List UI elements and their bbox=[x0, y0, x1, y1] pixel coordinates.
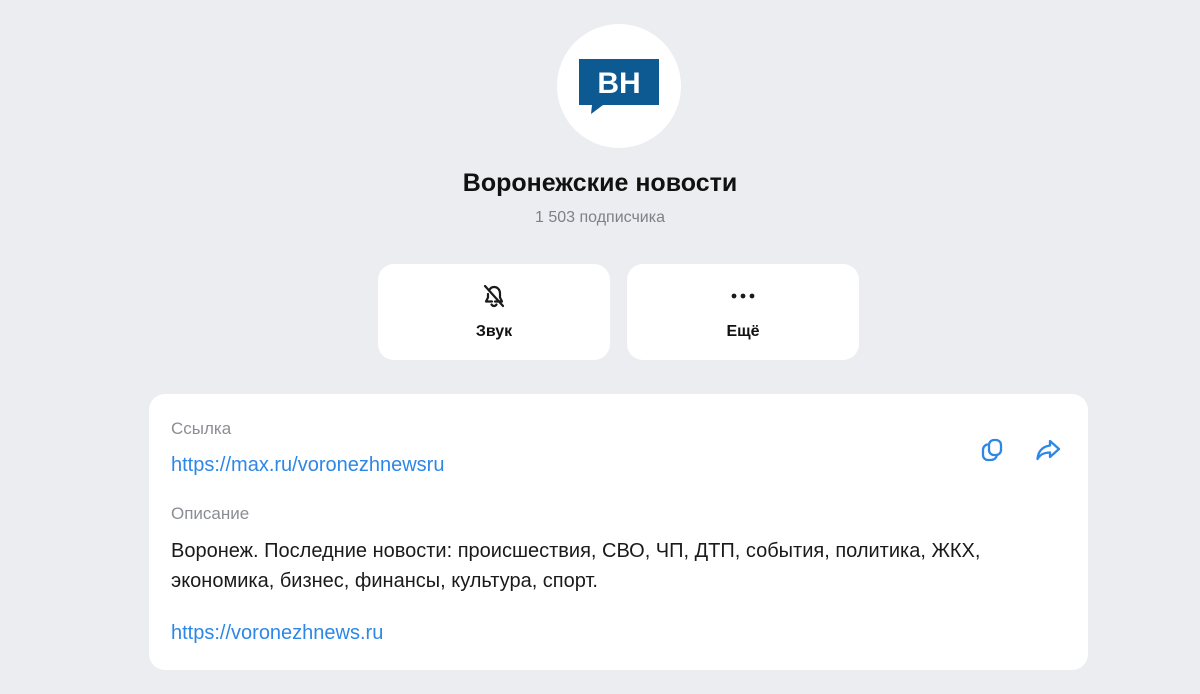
description-label: Описание bbox=[171, 504, 250, 523]
sound-button[interactable]: Звук bbox=[378, 264, 610, 360]
channel-logo: ВН bbox=[579, 59, 659, 114]
copy-icon[interactable] bbox=[974, 432, 1010, 468]
sound-button-label: Звук bbox=[475, 323, 513, 340]
channel-title: Воронежские новости bbox=[462, 169, 738, 197]
channel-description: Воронеж. Последние новости: происшествия… bbox=[171, 540, 981, 592]
more-button-label: Ещё bbox=[726, 323, 760, 340]
description-website-link[interactable]: https://voronezhnews.ru bbox=[171, 619, 383, 647]
share-icon[interactable] bbox=[1030, 432, 1066, 468]
more-button[interactable]: Ещё bbox=[627, 264, 859, 360]
link-label: Ссылка bbox=[171, 419, 232, 438]
subscriber-count: 1 503 подписчика bbox=[535, 209, 665, 226]
channel-logo-text: ВН bbox=[597, 67, 640, 100]
channel-avatar[interactable]: ВН bbox=[557, 24, 681, 148]
channel-link[interactable]: https://max.ru/voronezhnewsru bbox=[171, 451, 444, 479]
channel-info-card: Ссылка https://max.ru/voronezhnewsru Опи… bbox=[149, 394, 1088, 670]
more-dots-icon bbox=[627, 282, 859, 310]
bell-off-icon bbox=[378, 282, 610, 310]
